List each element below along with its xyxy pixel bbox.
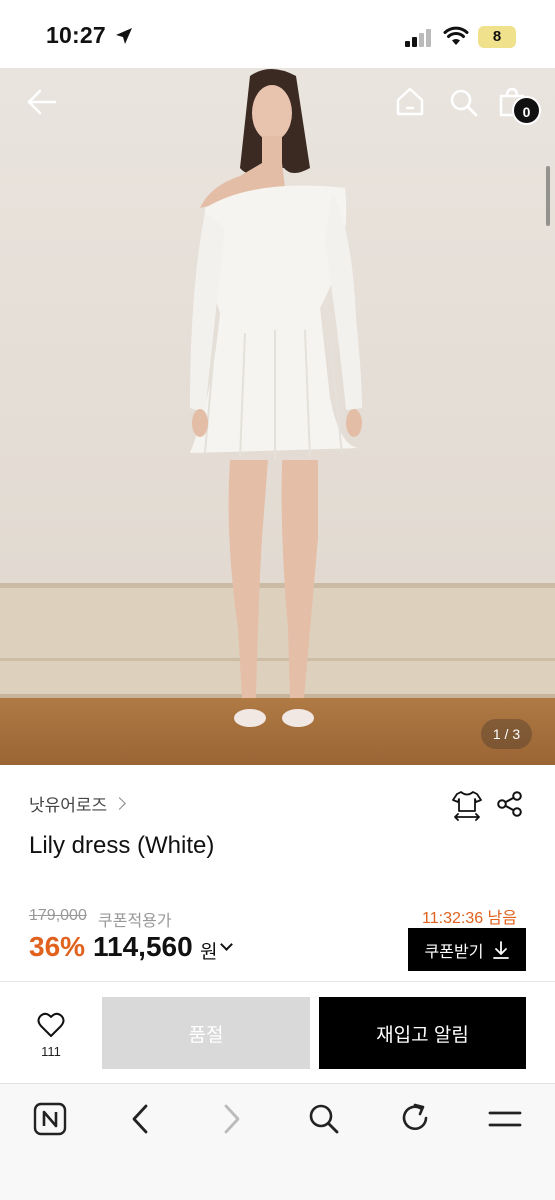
menu-icon[interactable] (488, 1102, 522, 1136)
location-arrow-icon (116, 28, 132, 44)
sale-price: 114,560 (93, 931, 193, 962)
image-page-counter: 1 / 3 (481, 719, 532, 749)
brand-name: 낫유어로즈 (29, 796, 108, 815)
currency-label[interactable]: 원 (200, 937, 217, 964)
soldout-button: 품절 (102, 997, 310, 1069)
browser-forward-icon[interactable] (220, 1102, 244, 1136)
get-coupon-label: 쿠폰받기 (424, 943, 484, 961)
browser-toolbar (0, 1083, 555, 1200)
original-price: 179,000 (29, 907, 87, 924)
share-icon[interactable] (496, 790, 524, 818)
home-icon[interactable] (394, 86, 426, 118)
refresh-icon[interactable] (399, 1102, 431, 1136)
wifi-icon (443, 26, 469, 45)
status-bar: 10:27 8 (0, 0, 555, 68)
browser-search-icon[interactable] (308, 1102, 340, 1136)
divider (0, 981, 555, 982)
browser-back-icon[interactable] (128, 1102, 152, 1136)
brand-link[interactable]: 낫유어로즈 (29, 791, 127, 816)
battery-indicator: 8 (478, 26, 516, 48)
chevron-down-icon[interactable] (220, 938, 233, 951)
naver-icon[interactable] (33, 1102, 67, 1136)
chevron-right-icon (113, 797, 127, 810)
scrollbar[interactable] (546, 166, 550, 226)
product-image-carousel[interactable]: 0 1 / 3 (0, 68, 555, 765)
signal-icon (405, 29, 431, 47)
countdown-timer: 11:32:36 남음 (422, 910, 517, 927)
product-name: Lily dress (White) (29, 832, 215, 859)
like-count: 111 (41, 1044, 61, 1059)
size-guide-icon[interactable] (452, 789, 482, 821)
get-coupon-button[interactable]: 쿠폰받기 (408, 928, 526, 971)
heart-icon[interactable] (37, 1012, 65, 1038)
status-time: 10:27 (46, 22, 106, 48)
restock-alert-button[interactable]: 재입고 알림 (319, 997, 526, 1069)
coupon-price-note: 쿠폰적용가 (98, 913, 172, 930)
discount-rate: 36% (29, 931, 86, 962)
search-icon[interactable] (449, 88, 479, 118)
download-icon (493, 940, 510, 959)
back-arrow-icon[interactable] (26, 88, 58, 116)
product-photo (0, 68, 555, 765)
cart-count-badge: 0 (512, 96, 541, 125)
